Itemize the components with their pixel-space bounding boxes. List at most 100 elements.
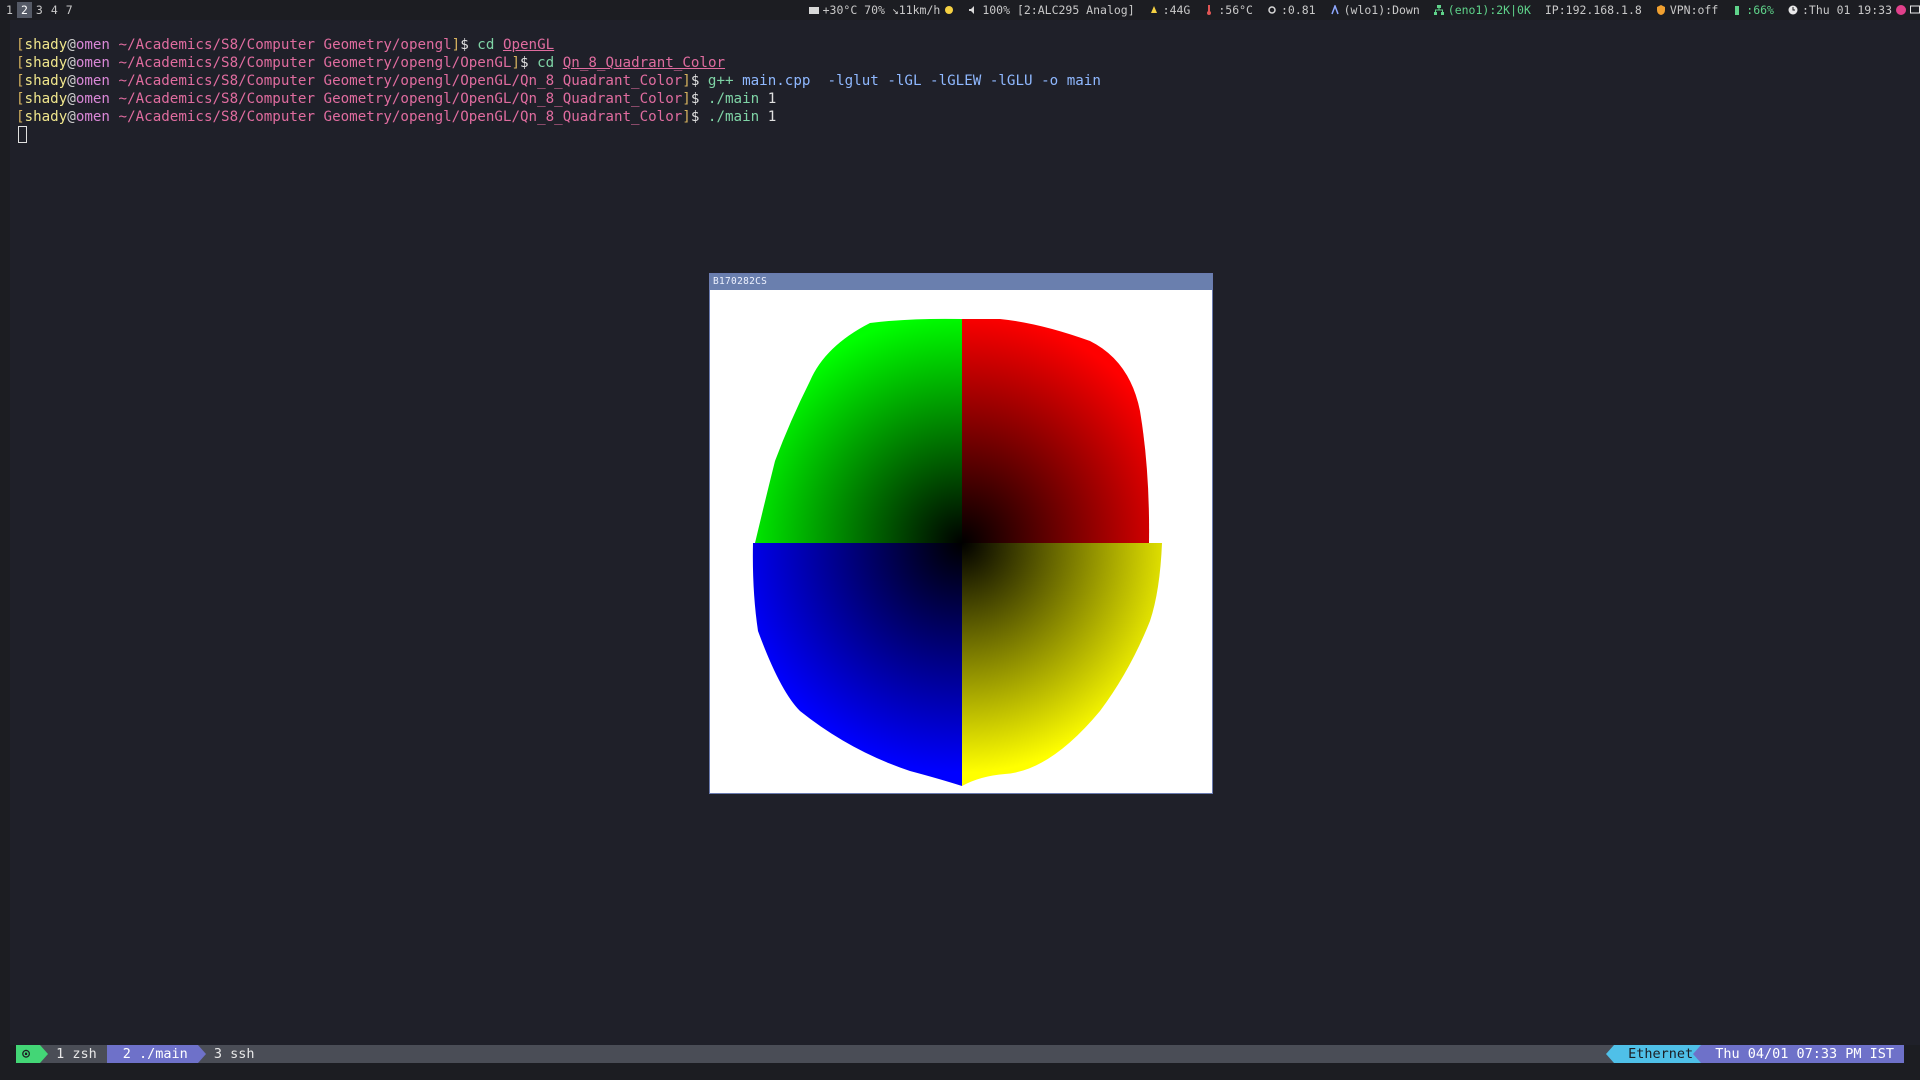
prompt-path: ~/Academics/S8/Computer Geometry/opengl/…: [109, 91, 683, 107]
terminal-line: [shady@omen ~/Academics/S8/Computer Geom…: [16, 72, 1101, 90]
top-status-bar: 12347 +30°C 70% ↘11km/h 100% [2:ALC295 A…: [0, 0, 1920, 20]
prompt-bracket: [: [16, 91, 25, 107]
workspace-3[interactable]: 3: [32, 2, 47, 18]
ethernet-widget[interactable]: (eno1):2K|0K: [1433, 0, 1531, 20]
battery-icon: [1735, 6, 1740, 15]
quadrant-bottom-left: [752, 543, 962, 786]
prompt-path: ~/Academics/S8/Computer Geometry/opengl: [109, 37, 452, 53]
cpu-icon: [1268, 6, 1276, 14]
network-icon: [1433, 5, 1444, 15]
window-title[interactable]: B170282CS: [710, 274, 1212, 290]
terminal-line: [shady@omen ~/Academics/S8/Computer Geom…: [16, 108, 1101, 126]
command-arg: Qn_8_Quadrant_Color: [562, 55, 726, 71]
tmux-window-2[interactable]: 2 ./main: [106, 1045, 206, 1063]
speaker-icon: [969, 6, 975, 14]
datetime-widget[interactable]: :Thu 01 19:33: [1788, 0, 1920, 20]
shield-icon: [1656, 5, 1665, 15]
prompt-bracket: [: [16, 55, 25, 71]
volume-widget[interactable]: 100% [2:ALC295 Analog]: [968, 0, 1135, 20]
terminal-line: [shady@omen ~/Academics/S8/Computer Geom…: [16, 90, 1101, 108]
disk-text: :44G: [1162, 3, 1191, 17]
quadrant-canvas: [752, 318, 1162, 786]
prompt-path: ~/Academics/S8/Computer Geometry/opengl/…: [109, 73, 683, 89]
opengl-window[interactable]: B170282CS: [709, 273, 1213, 794]
prompt-at: @: [67, 91, 76, 107]
command-arg: -lglut -lGL -lGLEW -lGLU -o main: [818, 73, 1101, 89]
workspace-7[interactable]: 7: [62, 2, 77, 18]
clock-icon: [1788, 5, 1798, 15]
workspace-4[interactable]: 4: [47, 2, 62, 18]
ip-widget: IP:192.168.1.8: [1545, 0, 1642, 20]
command-arg: 1: [767, 91, 777, 107]
prompt-user: shady: [24, 109, 68, 125]
prompt-bracket: ]: [682, 109, 691, 125]
prompt-symbol: $: [460, 37, 478, 53]
terminal-line: [shady@omen ~/Academics/S8/Computer Geom…: [16, 36, 1101, 54]
terminal-output: [shady@omen ~/Academics/S8/Computer Geom…: [16, 36, 1101, 126]
tray-app-icon[interactable]: [1896, 5, 1906, 15]
wifi-widget[interactable]: (wlo1):Down: [1330, 0, 1420, 20]
prompt-at: @: [67, 73, 76, 89]
weather-text: +30°C 70% ↘11km/h: [822, 3, 941, 17]
vpn-widget[interactable]: VPN:off: [1656, 0, 1718, 20]
temperature-text: :56°C: [1218, 3, 1253, 17]
command: ./main: [707, 109, 760, 125]
prompt-symbol: $: [690, 109, 708, 125]
prompt-host: omen: [75, 73, 110, 89]
prompt-user: shady: [24, 91, 68, 107]
prompt-bracket: [: [16, 73, 25, 89]
workspace-2[interactable]: 2: [16, 2, 32, 18]
command: g++: [707, 73, 734, 89]
prompt-path: ~/Academics/S8/Computer Geometry/opengl/…: [109, 55, 512, 71]
prompt-path: ~/Academics/S8/Computer Geometry/opengl/…: [109, 109, 683, 125]
prompt-symbol: $: [690, 91, 708, 107]
wifi-icon: [1330, 5, 1339, 15]
system-status: +30°C 70% ↘11km/h 100% [2:ALC295 Analog]…: [808, 0, 1920, 20]
tmux-status-bar: ⊙ 1 zsh 2 ./main 3 ssh Ethernet Thu 04/01 …: [16, 1045, 1904, 1063]
load-text: :0.81: [1280, 3, 1316, 17]
prompt-at: @: [67, 55, 76, 71]
monitor-icon[interactable]: [1910, 5, 1920, 15]
prompt-symbol: $: [690, 73, 708, 89]
prompt-host: omen: [75, 91, 110, 107]
datetime-text: :Thu 01 19:33: [1801, 3, 1892, 17]
prompt-at: @: [67, 37, 76, 53]
command: cd: [477, 37, 495, 53]
quadrant-top-left: [755, 318, 962, 543]
battery-widget: :66%: [1732, 0, 1774, 20]
thermometer-icon: [1207, 5, 1212, 15]
prompt-symbol: $: [520, 55, 538, 71]
prompt-bracket: [: [16, 37, 25, 53]
ethernet-text: (eno1):2K|0K: [1447, 3, 1531, 17]
quadrant-bottom-right: [962, 543, 1162, 786]
workspace-switcher: 12347: [2, 0, 77, 18]
workspace-1[interactable]: 1: [2, 2, 17, 18]
prompt-at: @: [67, 109, 76, 125]
vpn-text: VPN:off: [1669, 3, 1719, 17]
tmux-window-1[interactable]: 1 zsh: [40, 1045, 107, 1063]
prompt-host: omen: [75, 109, 110, 125]
session-icon: ⊙: [22, 1046, 31, 1062]
prompt-user: shady: [24, 73, 68, 89]
cloud-icon: [808, 7, 819, 14]
prompt-bracket: ]: [682, 73, 691, 89]
prompt-bracket: [: [16, 109, 25, 125]
tmux-window-3[interactable]: 3 ssh: [198, 1045, 265, 1063]
prompt-bracket: ]: [511, 55, 520, 71]
command: ./main: [707, 91, 760, 107]
disk-widget: :44G: [1149, 0, 1191, 20]
prompt-bracket: ]: [451, 37, 461, 53]
temperature-widget: :56°C: [1204, 0, 1253, 20]
network-status: Ethernet: [1606, 1045, 1702, 1063]
tmux-status-right: Ethernet Thu 04/01 07:33 PM IST: [1606, 1045, 1904, 1063]
weather-widget[interactable]: +30°C 70% ↘11km/h: [808, 0, 955, 20]
command-arg: 1: [767, 109, 777, 125]
wifi-text: (wlo1):Down: [1343, 3, 1420, 17]
tmux-session-indicator[interactable]: ⊙: [16, 1045, 49, 1063]
